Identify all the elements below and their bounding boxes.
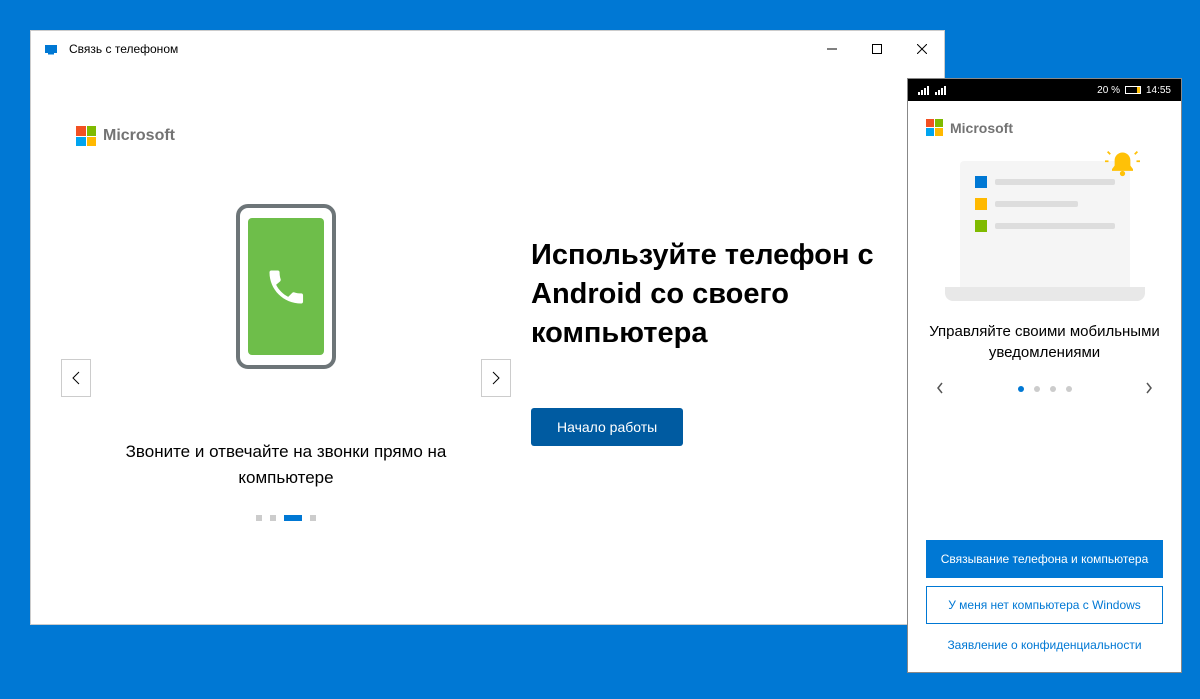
phone-content: Microsoft Управляйте своими мобильными у… (908, 101, 1181, 672)
hero-title: Используйте телефон с Android со своего … (531, 236, 914, 353)
chevron-right-icon (1145, 382, 1153, 394)
phone-dot[interactable] (1034, 386, 1040, 392)
microsoft-logo-icon (76, 126, 96, 146)
carousel-dot[interactable] (270, 515, 276, 521)
hero-section: Используйте телефон с Android со своего … (511, 146, 914, 609)
titlebar-controls (809, 31, 944, 66)
carousel-section: Звоните и отвечайте на звонки прямо на к… (61, 146, 511, 609)
phone-carousel-caption: Управляйте своими мобильными уведомления… (926, 321, 1163, 363)
chevron-right-icon (491, 371, 501, 385)
privacy-link[interactable]: Заявление о конфиденциальности (926, 632, 1163, 658)
desktop-content: Звоните и отвечайте на звонки прямо на к… (31, 146, 944, 609)
microsoft-logo: Microsoft (926, 119, 1163, 136)
link-phone-button[interactable]: Связывание телефона и компьютера (926, 540, 1163, 578)
maximize-button[interactable] (854, 31, 899, 66)
chevron-left-icon (936, 382, 944, 394)
desktop-app-window: Связь с телефоном Microsoft Звоните и от… (30, 30, 945, 625)
microsoft-logo-text: Microsoft (950, 120, 1013, 136)
battery-icon (1125, 86, 1141, 94)
phone-carousel-prev[interactable] (930, 381, 950, 397)
titlebar-title: Связь с телефоном (69, 42, 178, 56)
signal-icon (935, 86, 946, 95)
minimize-button[interactable] (809, 31, 854, 66)
carousel-dot-active[interactable] (284, 515, 302, 521)
get-started-button[interactable]: Начало работы (531, 408, 683, 446)
phone-carousel-dots (1018, 386, 1072, 392)
phone-device: 20 % 14:55 Microsoft Управляйте своими м… (907, 78, 1182, 673)
phone-call-icon (264, 265, 308, 309)
phone-dot-active[interactable] (1018, 386, 1024, 392)
phone-carousel-next[interactable] (1139, 381, 1159, 397)
carousel-next-button[interactable] (481, 359, 511, 397)
status-time: 14:55 (1146, 85, 1171, 96)
close-button[interactable] (899, 31, 944, 66)
titlebar: Связь с телефоном (31, 31, 944, 66)
phone-carousel-nav (926, 381, 1163, 397)
no-windows-button[interactable]: У меня нет компьютера с Windows (926, 586, 1163, 624)
app-icon (43, 41, 59, 57)
laptop-illustration (945, 161, 1145, 301)
chevron-left-icon (71, 371, 81, 385)
phone-dot[interactable] (1066, 386, 1072, 392)
phone-illustration (236, 204, 336, 369)
signal-icon (918, 86, 929, 95)
carousel-prev-button[interactable] (61, 359, 91, 397)
battery-percent: 20 % (1097, 85, 1120, 96)
phone-bottom-actions: Связывание телефона и компьютера У меня … (926, 540, 1163, 672)
carousel-caption: Звоните и отвечайте на звонки прямо на к… (61, 439, 511, 490)
bell-icon (1105, 149, 1140, 184)
microsoft-logo-icon (926, 119, 943, 136)
phone-statusbar: 20 % 14:55 (908, 79, 1181, 101)
carousel-dots (256, 515, 316, 521)
microsoft-logo-text: Microsoft (103, 127, 175, 145)
microsoft-logo: Microsoft (31, 66, 944, 146)
phone-dot[interactable] (1050, 386, 1056, 392)
carousel-dot[interactable] (310, 515, 316, 521)
carousel-dot[interactable] (256, 515, 262, 521)
